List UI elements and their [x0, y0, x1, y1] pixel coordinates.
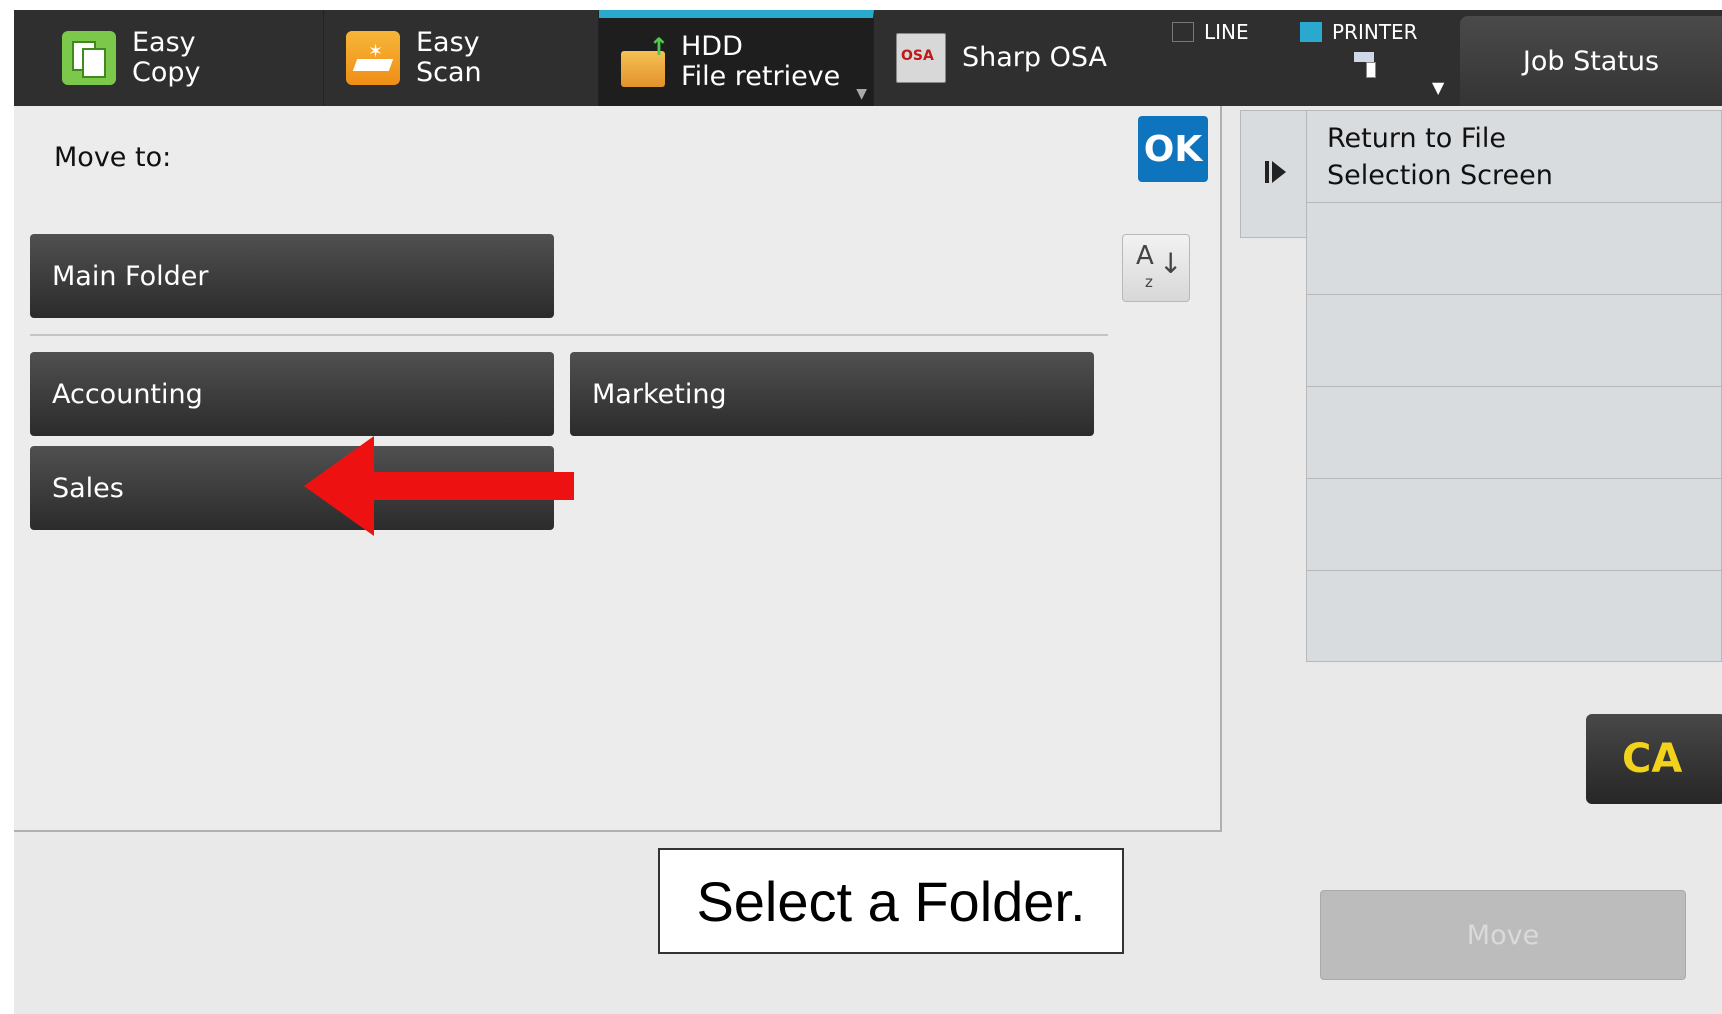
ok-button[interactable]: OK [1138, 116, 1208, 182]
osa-icon: OSA [896, 33, 946, 83]
copy-icon [62, 31, 116, 85]
printer-indicator-label: PRINTER [1332, 20, 1418, 44]
folder-marketing-button[interactable]: Marketing [570, 352, 1094, 436]
task-row-empty [1306, 202, 1722, 294]
folder-upload-icon: ↑ [621, 33, 669, 87]
main-folder-button[interactable]: Main Folder [30, 234, 554, 318]
printer-indicator: PRINTER [1300, 20, 1418, 44]
job-status-button[interactable]: Job Status [1460, 16, 1722, 106]
play-icon [1272, 161, 1286, 183]
instruction-caption: Select a Folder. [658, 848, 1124, 954]
divider [30, 334, 1108, 336]
sort-az-button[interactable]: A z ↓ [1122, 234, 1190, 302]
tab-easy-scan-label: Easy Scan [416, 27, 482, 88]
task-row-empty [1306, 294, 1722, 386]
tab-hdd-file-retrieve[interactable]: ↑ HDD File retrieve ▼ [599, 10, 874, 106]
sort-az-icon: A [1136, 241, 1154, 271]
line-indicator-label: LINE [1204, 20, 1249, 44]
play-bar-icon [1265, 161, 1269, 183]
return-to-file-selection-button[interactable]: Return to File Selection Screen [1306, 110, 1722, 202]
scan-icon: ✶ [346, 31, 400, 85]
device-screen: Easy Copy ✶ Easy Scan ↑ HDD File retriev… [14, 10, 1722, 1014]
line-status-box [1172, 22, 1194, 42]
tab-sharp-osa-label: Sharp OSA [962, 42, 1107, 73]
tab-sharp-osa[interactable]: OSA Sharp OSA [874, 10, 1174, 106]
move-to-label: Move to: [54, 142, 172, 173]
folder-accounting-button[interactable]: Accounting [30, 352, 554, 436]
chevron-down-icon[interactable]: ▼ [1432, 78, 1444, 97]
move-button[interactable]: Move [1320, 890, 1686, 980]
line-indicator: LINE [1172, 20, 1249, 44]
clear-all-button[interactable]: CA [1586, 714, 1722, 804]
mode-tab-bar: Easy Copy ✶ Easy Scan ↑ HDD File retriev… [14, 10, 1722, 106]
arrow-down-icon: ↓ [1159, 247, 1183, 280]
tab-easy-copy-label: Easy Copy [132, 27, 201, 88]
tab-hdd-label: HDD File retrieve [681, 31, 841, 92]
folder-select-panel: Move to: OK A z ↓ Main Folder Accounting… [14, 106, 1222, 832]
panel-toggle-button[interactable] [1240, 110, 1308, 238]
sort-z-glyph: z [1145, 273, 1153, 291]
printer-status-box [1300, 22, 1322, 42]
task-row-empty [1306, 386, 1722, 478]
task-row-empty [1306, 478, 1722, 570]
tab-easy-copy[interactable]: Easy Copy [14, 10, 324, 106]
printer-icon[interactable] [1352, 52, 1378, 78]
chevron-down-icon: ▼ [856, 86, 867, 102]
task-list: Return to File Selection Screen [1306, 110, 1722, 662]
task-row-empty [1306, 570, 1722, 662]
red-arrow-annotation [304, 436, 574, 536]
action-panel: Return to File Selection Screen [1240, 110, 1722, 662]
tab-easy-scan[interactable]: ✶ Easy Scan [324, 10, 599, 106]
